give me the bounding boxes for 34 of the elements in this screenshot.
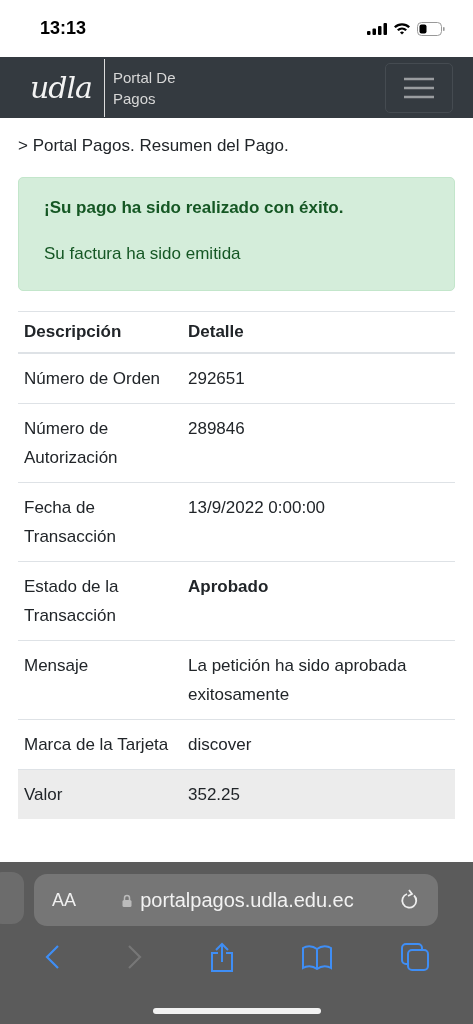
url-text: portalpagos.udla.edu.ec (140, 888, 354, 912)
breadcrumb: > Portal Pagos. Resumen del Pago. (18, 136, 290, 156)
status-time: 13:13 (40, 18, 87, 39)
table-cell: Mensaje (18, 640, 182, 720)
table-cell: 292651 (182, 353, 455, 404)
wifi-icon (393, 22, 411, 35)
reload-icon[interactable] (400, 889, 420, 911)
table-cell: 352.25 (182, 769, 455, 819)
table-cell: Número de Orden (18, 353, 182, 404)
alert-heading: ¡Su pago ha sido realizado con éxito. (44, 198, 345, 218)
tabs-icon[interactable] (399, 942, 430, 972)
table-cell: 13/9/2022 0:00:00 (182, 482, 455, 562)
column-header: Descripción (18, 311, 182, 353)
alert-message: Su factura ha sido emitida (44, 244, 242, 264)
logo: udla (30, 70, 92, 105)
signal-icon (367, 22, 387, 35)
table-cell: Valor (18, 769, 182, 819)
table-cell: Aprobado (182, 561, 455, 641)
table-cell: Fecha de Transacción (18, 482, 182, 562)
table-cell: 289846 (182, 403, 455, 483)
battery-icon (417, 21, 445, 36)
table-cell: Estado de la Transacción (18, 561, 182, 641)
lock-icon (122, 893, 133, 907)
table-cell: La petición ha sido aprobada exitosamente (182, 640, 455, 720)
share-icon[interactable] (209, 942, 234, 972)
portal-title: Portal De Pagos (113, 67, 177, 109)
address-bar[interactable]: AA portalpagos.udla.edu.ec (34, 874, 438, 926)
menu-icon (403, 75, 435, 100)
table-cell: Número de Autorización (18, 403, 182, 483)
book-icon[interactable] (300, 944, 333, 970)
text-size-button[interactable]: AA (52, 889, 76, 911)
column-header: Detalle (182, 311, 455, 353)
back-icon[interactable] (43, 944, 60, 970)
menu-button[interactable] (385, 62, 453, 113)
